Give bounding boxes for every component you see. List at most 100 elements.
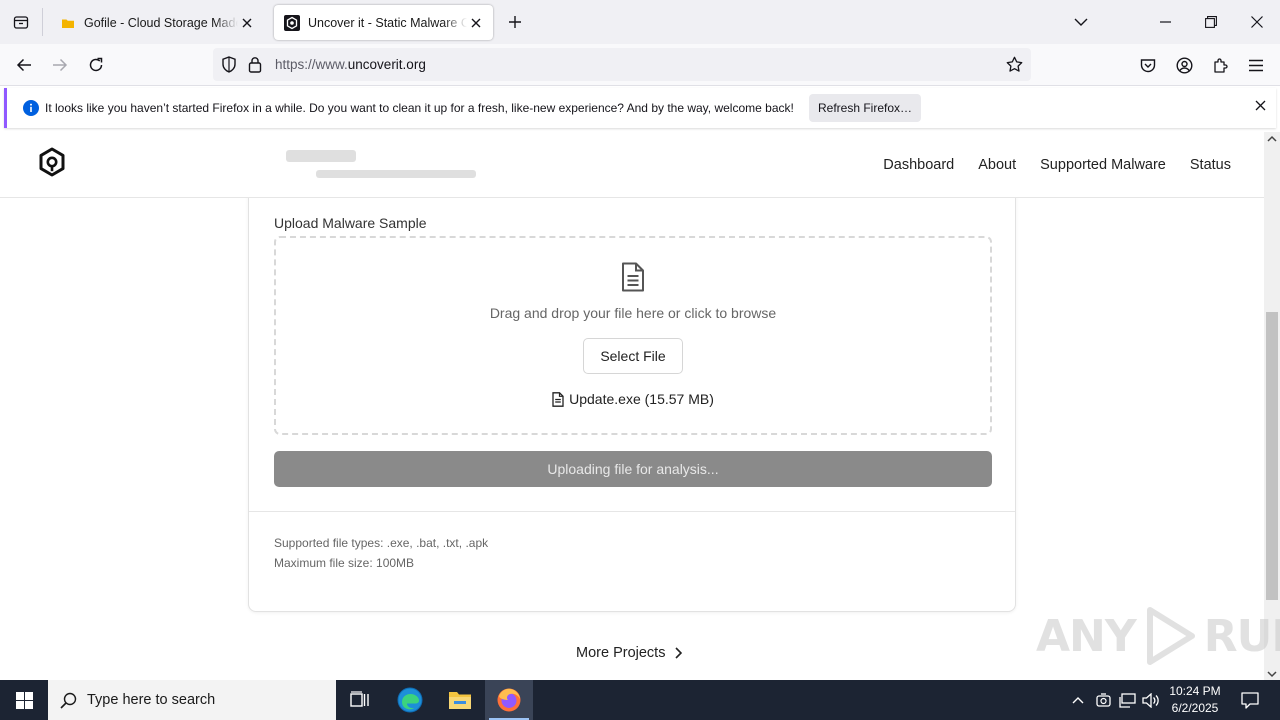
notification-message: It looks like you haven’t started Firefo… xyxy=(45,101,794,115)
edge-browser-icon xyxy=(397,687,423,713)
pocket-icon xyxy=(1140,58,1156,72)
clock-date: 6/2/2025 xyxy=(1171,701,1219,715)
url-host: uncoverit.org xyxy=(347,57,426,72)
tracking-protection-shield-icon[interactable] xyxy=(221,56,237,73)
forward-button[interactable] xyxy=(44,49,76,81)
edge-taskbar-button[interactable] xyxy=(386,680,434,720)
list-all-tabs-button[interactable] xyxy=(1058,0,1104,44)
site-nav: Dashboard About Supported Malware Status xyxy=(883,157,1231,173)
chevron-down-icon xyxy=(1074,18,1088,26)
more-projects-link[interactable]: More Projects xyxy=(576,645,683,661)
navigation-toolbar: https://www.uncoverit.org xyxy=(0,44,1280,86)
windows-logo-icon xyxy=(15,691,33,709)
uncoverit-favicon-icon xyxy=(284,14,300,31)
reload-icon xyxy=(89,57,103,72)
selected-file-name: Update.exe (15.57 MB) xyxy=(569,391,714,407)
url-text[interactable]: https://www.uncoverit.org xyxy=(275,57,426,72)
nav-link-supported-malware[interactable]: Supported Malware xyxy=(1040,157,1166,173)
puzzle-piece-icon xyxy=(1213,57,1228,73)
close-tab-icon[interactable] xyxy=(238,14,256,32)
action-center-button[interactable] xyxy=(1232,680,1268,720)
restore-button[interactable] xyxy=(1188,0,1234,44)
file-dropzone[interactable]: Drag and drop your file here or click to… xyxy=(274,236,992,435)
minimize-icon xyxy=(1159,21,1171,23)
supported-file-types-note: Supported file types: .exe, .bat, .txt, … xyxy=(274,536,489,550)
network-button[interactable] xyxy=(1116,680,1138,720)
selected-file-info: Update.exe (15.57 MB) xyxy=(276,391,990,407)
firefox-icon xyxy=(497,688,521,712)
search-placeholder: Type here to search xyxy=(87,692,216,708)
page-viewport: Dashboard About Supported Malware Status… xyxy=(0,132,1264,680)
account-button[interactable] xyxy=(1168,49,1200,81)
more-projects-label: More Projects xyxy=(576,645,666,661)
uncoverit-logo-icon[interactable] xyxy=(36,146,68,182)
url-bar[interactable]: https://www.uncoverit.org xyxy=(213,48,1031,81)
notification-icon xyxy=(1241,691,1259,709)
firefox-taskbar-button[interactable] xyxy=(485,680,533,720)
scrollbar-thumb[interactable] xyxy=(1266,312,1278,600)
search-icon xyxy=(60,692,77,709)
hamburger-menu-icon xyxy=(1249,59,1263,71)
nav-link-dashboard[interactable]: Dashboard xyxy=(883,157,954,173)
taskbar-clock[interactable]: 10:24 PM 6/2/2025 xyxy=(1166,683,1224,717)
tab-uncoverit[interactable]: Uncover it - Static Malware Conversion xyxy=(274,5,493,40)
task-view-button[interactable] xyxy=(336,680,384,720)
chevron-up-icon xyxy=(1072,696,1084,703)
close-notification-icon[interactable] xyxy=(1255,100,1266,111)
scroll-down-arrow-icon[interactable] xyxy=(1267,671,1277,678)
dropzone-hint: Drag and drop your file here or click to… xyxy=(489,305,777,321)
folder-icon xyxy=(449,692,471,709)
reload-button[interactable] xyxy=(80,49,112,81)
card-divider xyxy=(249,511,1015,512)
upload-section-label: Upload Malware Sample xyxy=(274,215,427,231)
bookmark-star-icon[interactable] xyxy=(1006,56,1023,73)
firefox-view-button[interactable] xyxy=(0,0,42,44)
meet-now-icon xyxy=(1095,692,1111,707)
network-icon xyxy=(1118,692,1136,708)
extensions-button[interactable] xyxy=(1204,49,1236,81)
document-icon xyxy=(621,262,645,292)
volume-icon xyxy=(1142,692,1159,708)
scroll-up-arrow-icon[interactable] xyxy=(1267,135,1277,142)
info-icon xyxy=(23,100,39,116)
nav-link-about[interactable]: About xyxy=(978,157,1016,173)
close-icon xyxy=(1251,16,1263,28)
page-scrollbar[interactable] xyxy=(1264,132,1280,680)
show-hidden-icons-button[interactable] xyxy=(1068,680,1088,720)
new-tab-button[interactable] xyxy=(503,10,527,34)
refresh-firefox-button[interactable]: Refresh Firefox… xyxy=(809,94,921,122)
start-button[interactable] xyxy=(0,680,48,720)
upload-card: Upload Malware Sample Drag and drop your… xyxy=(248,172,1016,612)
notification-bar: It looks like you haven’t started Firefo… xyxy=(4,88,1276,128)
tab-separator xyxy=(42,8,43,36)
chevron-right-icon xyxy=(675,647,683,659)
lock-icon[interactable] xyxy=(248,56,262,73)
nav-link-status[interactable]: Status xyxy=(1190,157,1231,173)
forward-arrow-icon xyxy=(53,58,68,72)
close-tab-icon[interactable] xyxy=(467,14,485,32)
select-file-button[interactable]: Select File xyxy=(583,338,683,374)
taskbar-search-box[interactable]: Type here to search xyxy=(48,680,336,720)
url-scheme: https://www. xyxy=(275,57,348,72)
tab-gofile[interactable]: Gofile - Cloud Storage Made Simple xyxy=(50,5,264,40)
account-icon xyxy=(1175,56,1193,74)
tab-title: Uncover it - Static Malware Conversion xyxy=(308,15,467,30)
pocket-button[interactable] xyxy=(1132,49,1164,81)
back-arrow-icon xyxy=(16,58,31,72)
menu-button[interactable] xyxy=(1240,49,1272,81)
firefox-view-icon xyxy=(13,16,29,29)
uploading-progress-button[interactable]: Uploading file for analysis... xyxy=(274,451,992,487)
folder-icon xyxy=(60,15,76,31)
restore-icon xyxy=(1205,16,1217,28)
file-explorer-taskbar-button[interactable] xyxy=(436,680,484,720)
close-window-button[interactable] xyxy=(1234,0,1280,44)
task-view-icon xyxy=(350,691,369,707)
site-header: Dashboard About Supported Malware Status xyxy=(0,132,1264,198)
tab-title: Gofile - Cloud Storage Made Simple xyxy=(84,15,238,30)
back-button[interactable] xyxy=(8,49,40,81)
minimize-button[interactable] xyxy=(1142,0,1188,44)
meet-now-button[interactable] xyxy=(1092,680,1114,720)
tab-strip: Gofile - Cloud Storage Made Simple Uncov… xyxy=(0,0,1280,44)
plus-icon xyxy=(509,16,521,28)
volume-button[interactable] xyxy=(1140,680,1162,720)
